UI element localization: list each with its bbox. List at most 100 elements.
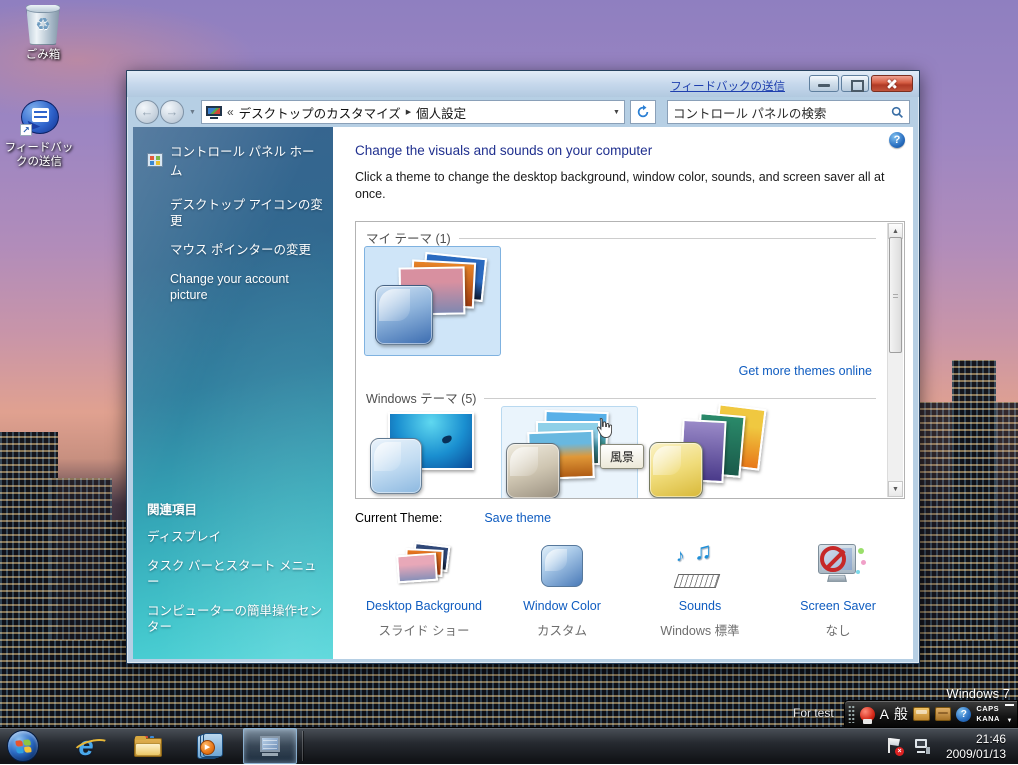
- save-theme-link[interactable]: Save theme: [484, 511, 551, 525]
- shortcut-arrow-icon: ↗: [20, 124, 32, 136]
- search-input[interactable]: [673, 105, 891, 119]
- sidebar: コントロール パネル ホーム デスクトップ アイコンの変更 マウス ポインターの…: [133, 127, 333, 659]
- recycle-symbol: ♻: [27, 15, 59, 35]
- scrollbar-thumb[interactable]: [889, 237, 902, 353]
- window-color-icon: [541, 545, 583, 587]
- search-box[interactable]: [667, 100, 910, 124]
- taskbar-windows-explorer[interactable]: [126, 728, 170, 764]
- screen-saver-setting[interactable]: Screen Saver なし: [769, 535, 907, 639]
- back-button[interactable]: ←: [135, 100, 159, 124]
- windows-logo-icon: [7, 730, 39, 762]
- breadcrumb-item-customize[interactable]: デスクトップのカスタマイズ: [239, 103, 401, 122]
- feedback-bubble-icon: ↗: [18, 100, 60, 138]
- send-feedback-link[interactable]: フィードバックの送信: [670, 78, 785, 94]
- language-bar-grip[interactable]: [848, 705, 855, 723]
- windows-themes-group-header: Windows テーマ (5): [366, 388, 876, 407]
- recent-pages-dropdown[interactable]: ▼: [189, 109, 196, 116]
- desktop-background-setting[interactable]: Desktop Background スライド ショー: [355, 535, 493, 639]
- window-titlebar[interactable]: フィードバックの送信: [127, 71, 919, 97]
- test-watermark: For test: [793, 706, 834, 720]
- search-icon: [891, 106, 904, 119]
- windows-watermark: Windows 7: [946, 686, 1010, 701]
- start-button[interactable]: [5, 728, 41, 764]
- recycle-bin-icon: ♻: [26, 5, 60, 45]
- sidebar-item-change-mouse-pointers[interactable]: マウス ポインターの変更: [170, 242, 323, 258]
- taskbar-clock[interactable]: 21:46 2009/01/13: [946, 728, 1012, 765]
- ime-help-icon[interactable]: ?: [956, 707, 971, 722]
- sidebar-item-display[interactable]: ディスプレイ: [147, 529, 323, 545]
- refresh-button[interactable]: [630, 100, 656, 124]
- theme-list-scrollbar[interactable]: ▲ ▼: [887, 223, 903, 497]
- refresh-icon: [636, 105, 650, 119]
- address-bar: ← → ▼ « デスクトップのカスタマイズ ▶ 個人設定 ▼: [133, 97, 913, 127]
- sounds-setting[interactable]: ♪ ♫ Sounds Windows 標準: [631, 535, 769, 639]
- breadcrumb-separator-icon: ▶: [406, 108, 411, 116]
- window-color-value: カスタム: [493, 620, 631, 639]
- sounds-label: Sounds: [631, 599, 769, 613]
- error-badge: ×: [895, 747, 904, 756]
- internet-explorer-icon: e: [78, 731, 93, 762]
- my-theme-thumbnail: [365, 247, 500, 355]
- network-icon[interactable]: [913, 738, 930, 754]
- theme-item-windows7[interactable]: [364, 406, 501, 499]
- ime-tools-icon[interactable]: [935, 707, 952, 721]
- window-color-setting[interactable]: Window Color カスタム: [493, 535, 631, 639]
- address-dropdown-icon[interactable]: ▼: [613, 109, 620, 116]
- theme-item-colors[interactable]: [643, 406, 780, 499]
- desktop-icon-label: フィードバックの送信: [0, 141, 78, 169]
- desktop-background-icon: [393, 542, 455, 590]
- minimize-button[interactable]: [809, 75, 839, 92]
- breadcrumb-item-personalization[interactable]: 個人設定: [416, 103, 466, 122]
- desktop-icon-label: ごみ箱: [4, 48, 82, 62]
- sidebar-item-taskbar-startmenu[interactable]: タスク バーとスタート メニュー: [147, 558, 323, 590]
- sidebar-item-change-account-picture[interactable]: Change your account picture: [170, 271, 302, 303]
- control-panel-icon: [147, 153, 163, 167]
- taskbar-internet-explorer[interactable]: e: [64, 728, 108, 764]
- ime-conversion-mode-button[interactable]: 般: [894, 704, 908, 724]
- help-icon[interactable]: ?: [889, 132, 905, 148]
- taskbar: e ▶ × 21:46 2009/01/13: [0, 727, 1018, 764]
- desktop-icon-send-feedback[interactable]: ↗ フィードバックの送信: [0, 100, 78, 169]
- language-bar-minimize[interactable]: [1005, 704, 1014, 706]
- theme-tooltip: 風景: [600, 444, 644, 469]
- kana-button[interactable]: KANA: [976, 715, 1000, 723]
- desktop-icon-recycle-bin[interactable]: ♻ ごみ箱: [4, 5, 82, 62]
- windows7-theme-thumbnail: [364, 406, 501, 499]
- action-center-icon[interactable]: ×: [886, 737, 901, 755]
- sidebar-item-control-panel-home[interactable]: コントロール パネル ホーム: [147, 141, 323, 179]
- forward-button[interactable]: →: [160, 100, 184, 124]
- current-theme-label: Current Theme:: [355, 511, 442, 525]
- sidebar-home-label: コントロール パネル ホーム: [170, 141, 323, 179]
- sidebar-item-ease-of-access[interactable]: コンピューターの簡単操作センター: [147, 603, 323, 635]
- my-themes-group-header: マイ テーマ (1): [366, 228, 876, 247]
- ime-icon[interactable]: [860, 707, 875, 722]
- mouse-cursor: [593, 416, 612, 445]
- caps-button[interactable]: CAPS: [976, 705, 1000, 713]
- breadcrumb-collapse-chevrons[interactable]: «: [227, 105, 234, 119]
- close-button[interactable]: [871, 75, 913, 92]
- scroll-down-button[interactable]: ▼: [888, 481, 903, 497]
- language-bar-options-icon[interactable]: ▼: [1007, 718, 1013, 724]
- ime-input-mode-button[interactable]: A: [880, 706, 889, 722]
- taskbar-media-player[interactable]: ▶: [188, 728, 232, 764]
- window-body: コントロール パネル ホーム デスクトップ アイコンの変更 マウス ポインターの…: [133, 127, 913, 659]
- theme-item-my-theme[interactable]: [364, 246, 501, 356]
- clock-date: 2009/01/13: [946, 747, 1006, 762]
- personalization-icon: [206, 106, 222, 119]
- colors-theme-thumbnail: [643, 406, 780, 499]
- get-more-themes-link[interactable]: Get more themes online: [739, 364, 872, 378]
- sidebar-item-change-desktop-icons[interactable]: デスクトップ アイコンの変更: [170, 197, 323, 229]
- page-description: Click a theme to change the desktop back…: [355, 169, 900, 203]
- ime-pad-icon[interactable]: [913, 707, 930, 721]
- screen-saver-value: なし: [769, 620, 907, 639]
- theme-settings-row: Desktop Background スライド ショー Window Color…: [355, 535, 907, 639]
- taskbar-active-personalization[interactable]: [243, 728, 297, 764]
- taskbar-divider: [302, 731, 303, 761]
- desktop-background-label: Desktop Background: [355, 599, 493, 613]
- maximize-button[interactable]: [841, 75, 869, 92]
- desktop-background-value: スライド ショー: [355, 620, 493, 639]
- main-content: ? Change the visuals and sounds on your …: [333, 127, 913, 659]
- language-bar[interactable]: A 般 ? CAPS KANA ▼: [844, 700, 1018, 728]
- media-player-icon: ▶: [197, 733, 223, 759]
- breadcrumb[interactable]: « デスクトップのカスタマイズ ▶ 個人設定 ▼: [201, 100, 625, 124]
